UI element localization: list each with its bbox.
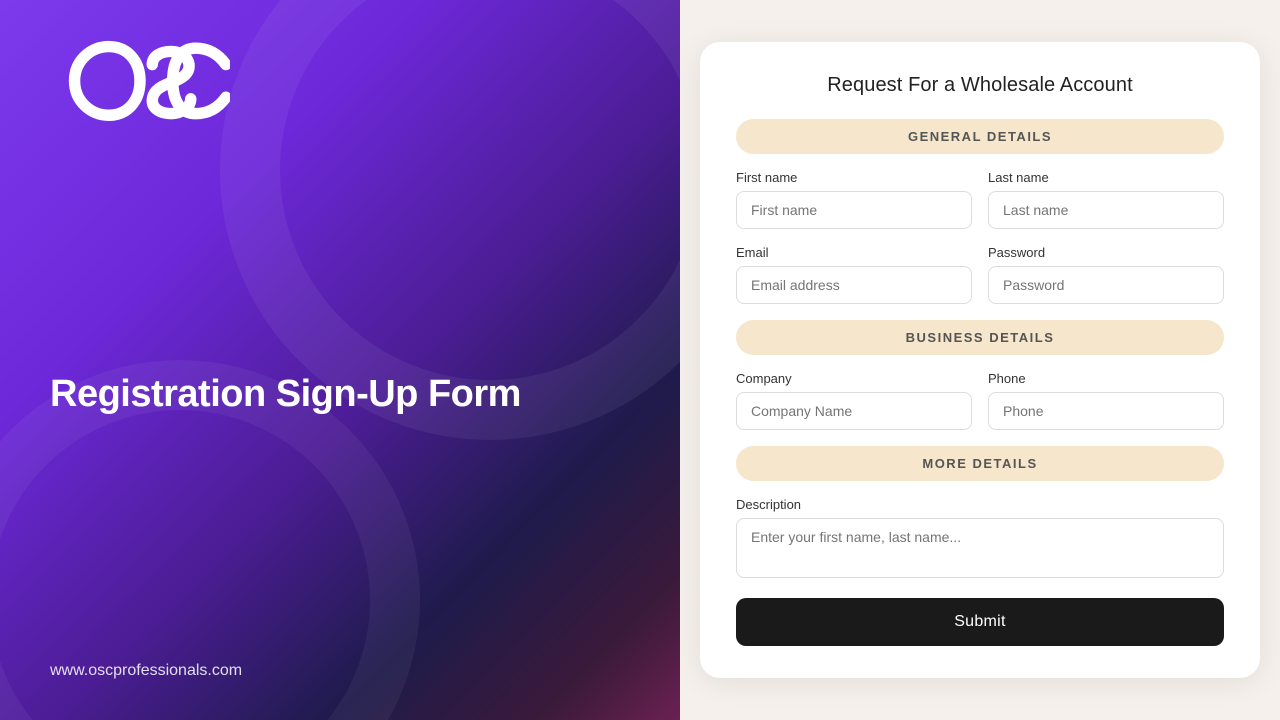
email-label: Email (736, 245, 972, 260)
description-input[interactable] (736, 518, 1224, 578)
phone-label: Phone (988, 371, 1224, 386)
general-details-header: GENERAL DETAILS (736, 119, 1224, 154)
password-input[interactable] (988, 266, 1224, 304)
first-name-label: First name (736, 170, 972, 185)
left-middle: Registration Sign-Up Form (50, 371, 630, 419)
email-input[interactable] (736, 266, 972, 304)
right-panel: Request For a Wholesale Account GENERAL … (680, 0, 1280, 720)
company-group: Company (736, 371, 972, 430)
description-label: Description (736, 497, 1224, 512)
tagline: Registration Sign-Up Form (50, 371, 630, 419)
first-name-group: First name (736, 170, 972, 229)
phone-input[interactable] (988, 392, 1224, 430)
osc-logo (50, 40, 230, 122)
last-name-group: Last name (988, 170, 1224, 229)
password-label: Password (988, 245, 1224, 260)
email-password-row: Email Password (736, 245, 1224, 304)
submit-button[interactable]: Submit (736, 598, 1224, 646)
logo-area (50, 40, 630, 127)
form-card: Request For a Wholesale Account GENERAL … (700, 42, 1260, 678)
password-group: Password (988, 245, 1224, 304)
email-group: Email (736, 245, 972, 304)
more-details-header: MORE DETAILS (736, 446, 1224, 481)
company-input[interactable] (736, 392, 972, 430)
company-phone-row: Company Phone (736, 371, 1224, 430)
phone-group: Phone (988, 371, 1224, 430)
first-name-input[interactable] (736, 191, 972, 229)
left-panel: Registration Sign-Up Form www.oscprofess… (0, 0, 680, 720)
business-details-header: BUSINESS DETAILS (736, 320, 1224, 355)
last-name-label: Last name (988, 170, 1224, 185)
company-label: Company (736, 371, 972, 386)
website-url: www.oscprofessionals.com (50, 662, 630, 680)
name-row: First name Last name (736, 170, 1224, 229)
last-name-input[interactable] (988, 191, 1224, 229)
description-group: Description (736, 497, 1224, 578)
form-title: Request For a Wholesale Account (736, 74, 1224, 97)
